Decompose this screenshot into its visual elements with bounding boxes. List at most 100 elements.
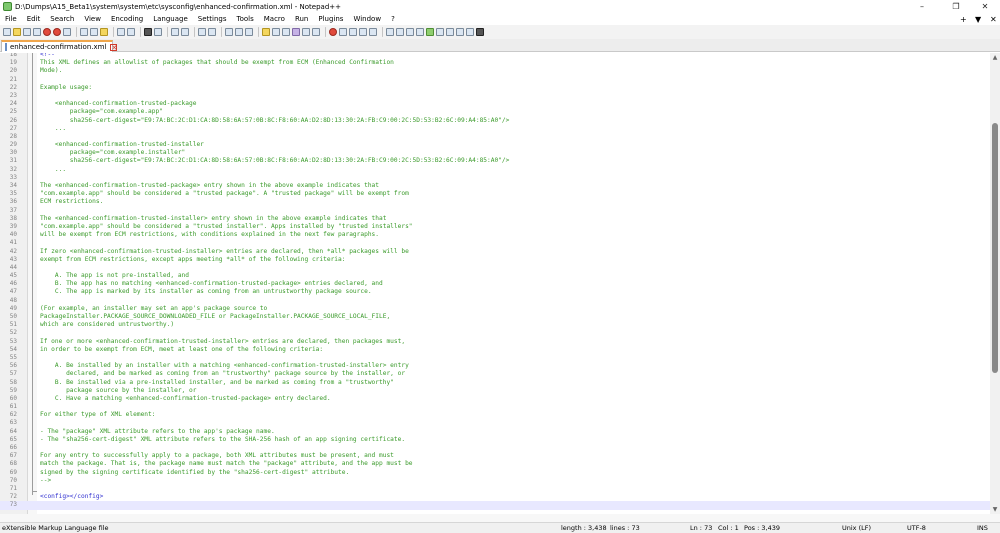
menu-view[interactable]: View bbox=[79, 13, 106, 25]
code-line[interactable]: 44 bbox=[0, 264, 990, 272]
code-line[interactable]: 37 bbox=[0, 207, 990, 215]
plugin-tool-icon[interactable] bbox=[476, 28, 484, 36]
close-all-icon[interactable] bbox=[53, 28, 61, 36]
plugin-tool-icon[interactable] bbox=[416, 28, 424, 36]
code-line[interactable]: 70 --> bbox=[0, 477, 990, 485]
code-line[interactable]: 59 package source by the installer, or bbox=[0, 387, 990, 395]
code-line[interactable]: 28 bbox=[0, 133, 990, 141]
plugin-tool-icon[interactable] bbox=[386, 28, 394, 36]
vertical-scrollbar[interactable]: ▲ ▼ bbox=[990, 53, 1000, 514]
save-icon[interactable] bbox=[23, 28, 31, 36]
plugin-tool-icon[interactable] bbox=[466, 28, 474, 36]
status-eol-format[interactable]: Unix (LF) bbox=[842, 523, 871, 533]
code-line[interactable]: 32 ... bbox=[0, 166, 990, 174]
menu-language[interactable]: Language bbox=[148, 13, 193, 25]
indent-guide-icon[interactable] bbox=[245, 28, 253, 36]
code-line[interactable]: 45 A. The app is not pre-installed, and bbox=[0, 272, 990, 280]
open-file-icon[interactable] bbox=[13, 28, 21, 36]
redo-icon[interactable] bbox=[127, 28, 135, 36]
close-icon[interactable] bbox=[43, 28, 51, 36]
code-line[interactable]: 36 ECM restrictions. bbox=[0, 198, 990, 206]
menu-plugins[interactable]: Plugins bbox=[313, 13, 348, 25]
scrollbar-thumb[interactable] bbox=[992, 123, 998, 373]
menu-edit[interactable]: Edit bbox=[22, 13, 46, 25]
code-line[interactable]: 63 bbox=[0, 419, 990, 427]
menu-run[interactable]: Run bbox=[290, 13, 313, 25]
menu-file[interactable]: File bbox=[0, 13, 22, 25]
document-map-icon[interactable] bbox=[272, 28, 280, 36]
tab-list-dropdown-button[interactable]: ▼ bbox=[975, 13, 981, 25]
code-line[interactable]: 19 This XML defines an allowlist of packa… bbox=[0, 59, 990, 67]
scroll-down-arrow-icon[interactable]: ▼ bbox=[990, 505, 1000, 514]
tab-close-icon[interactable]: ✕ bbox=[110, 43, 118, 51]
plugin-tool-icon[interactable] bbox=[436, 28, 444, 36]
function-list-icon[interactable] bbox=[292, 28, 300, 36]
code-line[interactable]: 64 - The "package" XML attribute refers t… bbox=[0, 428, 990, 436]
code-line[interactable]: 41 bbox=[0, 239, 990, 247]
menu-encoding[interactable]: Encoding bbox=[106, 13, 148, 25]
menu-macro[interactable]: Macro bbox=[259, 13, 290, 25]
code-line[interactable]: 65 - The "sha256-cert-digest" XML attribu… bbox=[0, 436, 990, 444]
menu-tools[interactable]: Tools bbox=[232, 13, 259, 25]
code-line[interactable]: 24 <enhanced-confirmation-trusted-packag… bbox=[0, 100, 990, 108]
new-tab-button[interactable]: + bbox=[960, 13, 967, 25]
copy-icon[interactable] bbox=[90, 28, 98, 36]
code-line[interactable]: 57 declared, and be marked as coming fro… bbox=[0, 370, 990, 378]
code-line[interactable]: 56 A. Be installed by an installer with … bbox=[0, 362, 990, 370]
code-line[interactable]: 43 exempt from ECM restrictions, except a… bbox=[0, 256, 990, 264]
paste-icon[interactable] bbox=[100, 28, 108, 36]
plugin-tool-icon[interactable] bbox=[456, 28, 464, 36]
code-line[interactable]: 62 For either type of XML element: bbox=[0, 411, 990, 419]
save-macro-icon[interactable] bbox=[369, 28, 377, 36]
code-line[interactable]: 23 bbox=[0, 92, 990, 100]
code-line[interactable]: 39 "com.example.app" should be considered… bbox=[0, 223, 990, 231]
horizontal-scrollbar[interactable] bbox=[0, 514, 1000, 522]
code-line[interactable]: 50 PackageInstaller.PACKAGE_SOURCE_DOWNLO… bbox=[0, 313, 990, 321]
save-all-icon[interactable] bbox=[33, 28, 41, 36]
code-line[interactable]: 29 <enhanced-confirmation-trusted-instal… bbox=[0, 141, 990, 149]
code-line[interactable]: 66 bbox=[0, 444, 990, 452]
stop-recording-icon[interactable] bbox=[339, 28, 347, 36]
code-line[interactable]: 20 Mode). bbox=[0, 67, 990, 75]
code-line[interactable]: 48 bbox=[0, 297, 990, 305]
code-editor[interactable]: 18 <!-- 19 This XML defines an allowlist of… bbox=[0, 53, 990, 514]
new-file-icon[interactable] bbox=[3, 28, 11, 36]
undo-icon[interactable] bbox=[117, 28, 125, 36]
menu-settings[interactable]: Settings bbox=[193, 13, 232, 25]
code-line[interactable]: 54 in order to be exempt from ECM, meet a… bbox=[0, 346, 990, 354]
code-line[interactable]: 42 If zero <enhanced-confirmation-trusted… bbox=[0, 248, 990, 256]
tab-enhanced-confirmation-xml[interactable]: enhanced-confirmation.xml ✕ bbox=[1, 40, 118, 52]
close-document-button[interactable]: ✕ bbox=[990, 13, 997, 25]
replace-icon[interactable] bbox=[154, 28, 162, 36]
close-window-button[interactable]: ✕ bbox=[970, 0, 1000, 13]
zoom-out-icon[interactable] bbox=[181, 28, 189, 36]
find-icon[interactable] bbox=[144, 28, 152, 36]
code-line[interactable]: 51 which are considered untrustworthy.) bbox=[0, 321, 990, 329]
code-line[interactable]: 71 bbox=[0, 485, 990, 493]
code-line[interactable]: 49 (For example, an installer may set an … bbox=[0, 305, 990, 313]
menu-help[interactable]: ? bbox=[386, 13, 400, 25]
maximize-button[interactable]: ❐ bbox=[941, 0, 971, 13]
user-defined-language-icon[interactable] bbox=[262, 28, 270, 36]
code-line[interactable]: 67 For any entry to successfully apply to… bbox=[0, 452, 990, 460]
plugin-tool-icon[interactable] bbox=[426, 28, 434, 36]
document-list-icon[interactable] bbox=[282, 28, 290, 36]
code-line[interactable]: 53 If one or more <enhanced-confirmation-… bbox=[0, 338, 990, 346]
code-line[interactable]: 22 Example usage: bbox=[0, 84, 990, 92]
cut-icon[interactable] bbox=[80, 28, 88, 36]
minimize-button[interactable]: – bbox=[907, 0, 937, 13]
code-line[interactable]: 25 package="com.example.app" bbox=[0, 108, 990, 116]
menu-search[interactable]: Search bbox=[45, 13, 79, 25]
monitoring-icon[interactable] bbox=[312, 28, 320, 36]
code-line[interactable]: 55 bbox=[0, 354, 990, 362]
code-line[interactable]: 47 C. The app is marked by its installer… bbox=[0, 288, 990, 296]
code-line[interactable]: 60 C. Have a matching <enhanced-confirma… bbox=[0, 395, 990, 403]
plugin-tool-icon[interactable] bbox=[446, 28, 454, 36]
scroll-up-arrow-icon[interactable]: ▲ bbox=[990, 53, 1000, 62]
code-line[interactable]: 31 sha256-cert-digest="E9:7A:BC:2C:D1:CA… bbox=[0, 157, 990, 165]
code-line[interactable]: 69 signed by the signing certificate iden… bbox=[0, 469, 990, 477]
sync-vertical-icon[interactable] bbox=[198, 28, 206, 36]
code-line[interactable]: 33 bbox=[0, 174, 990, 182]
run-macro-multiple-icon[interactable] bbox=[359, 28, 367, 36]
code-line[interactable]: 38 The <enhanced-confirmation-trusted-ins… bbox=[0, 215, 990, 223]
